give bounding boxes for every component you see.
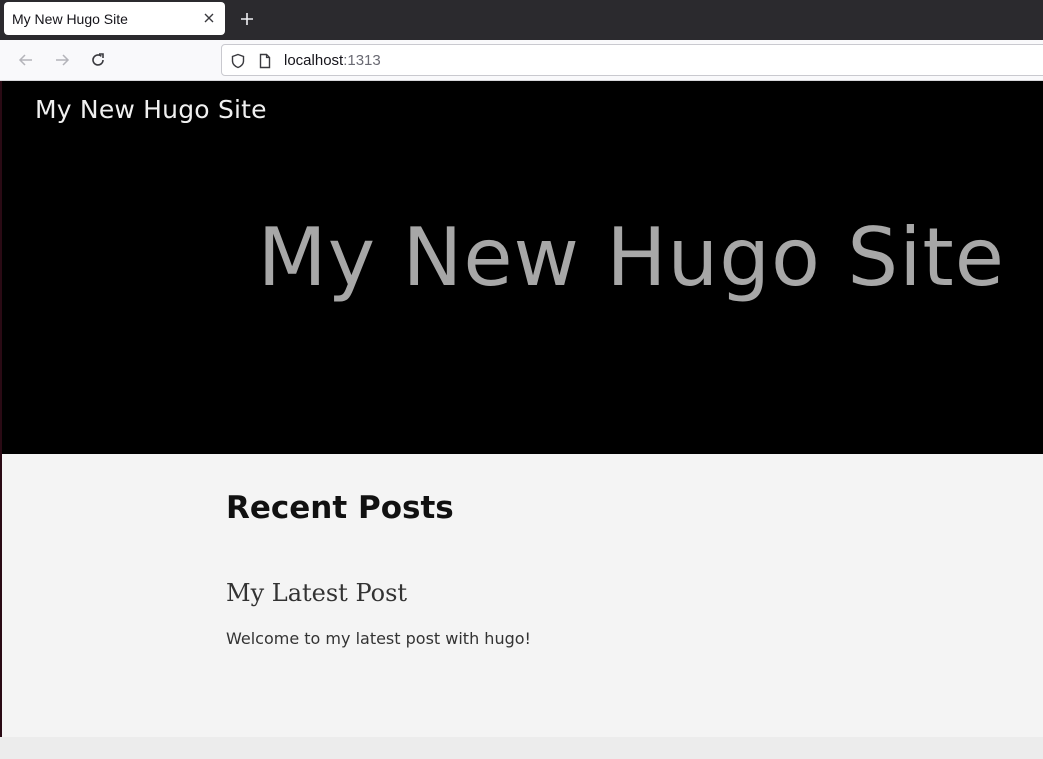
shield-icon[interactable] — [230, 53, 246, 69]
post-title-link[interactable]: My Latest Post — [226, 579, 407, 607]
url-port: :1313 — [343, 52, 381, 69]
close-icon[interactable] — [201, 10, 217, 26]
tab-title: My New Hugo Site — [12, 11, 128, 27]
url-text[interactable]: localhost:1313 — [284, 52, 381, 69]
page-icon — [257, 53, 273, 69]
forward-arrow-icon[interactable] — [52, 50, 72, 70]
reload-icon[interactable] — [88, 50, 108, 70]
post-summary: Welcome to my latest post with hugo! — [226, 629, 531, 648]
recent-posts-heading: Recent Posts — [226, 490, 454, 526]
address-bar[interactable]: localhost:1313 — [221, 44, 1043, 76]
navigation-toolbar: localhost:1313 — [0, 40, 1043, 81]
back-arrow-icon[interactable] — [16, 50, 36, 70]
horizontal-scrollbar[interactable] — [0, 737, 1043, 759]
site-header: My New Hugo Site My New Hugo Site — [2, 81, 1043, 454]
site-title-link[interactable]: My New Hugo Site — [35, 95, 267, 124]
url-host: localhost — [284, 52, 344, 69]
browser-tab[interactable]: My New Hugo Site — [4, 2, 225, 35]
tab-strip: My New Hugo Site — [0, 0, 1043, 40]
plus-icon[interactable] — [236, 8, 258, 30]
hero-title: My New Hugo Site — [257, 211, 1005, 304]
